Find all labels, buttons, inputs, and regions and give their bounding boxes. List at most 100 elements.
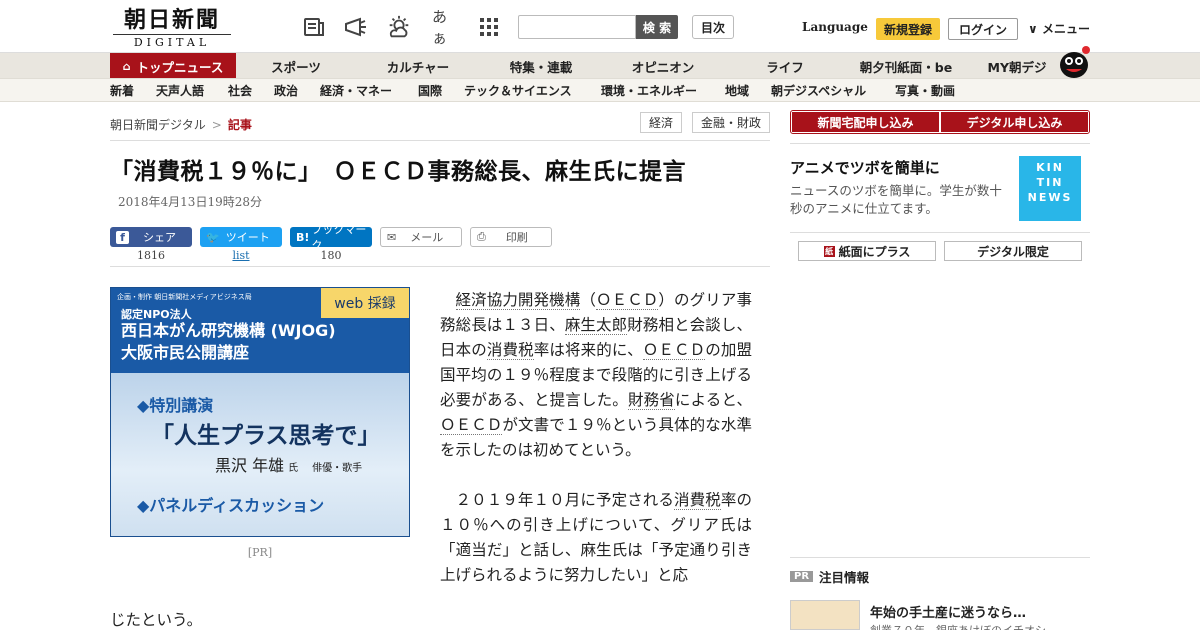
facebook-count: 1816 [137,249,165,262]
subnav-economy[interactable]: 経済・マネー [320,79,392,102]
news-title[interactable]: 年始の手土産に迷うなら… [870,602,1026,621]
text: によると、 [674,391,752,409]
login-button[interactable]: ログイン [948,18,1018,40]
kintin-news-logo[interactable]: KIN TIN NEWS [1019,156,1081,221]
logo-line: TIN [1036,176,1064,189]
pr-label: [PR] [247,546,273,559]
keyword-link[interactable]: 財務省 [627,391,675,410]
keyword-link[interactable]: ＯＥＣＤ [595,291,659,310]
twitter-icon: 🐦 [206,230,220,244]
promo-title[interactable]: アニメでツボを簡単に [790,157,940,178]
ad-person-name: 黒沢 年雄 [215,456,285,475]
featured-header: PR 注目情報 [790,567,869,586]
keyword-link[interactable]: ＯＥＣＤ [642,341,706,360]
grid-menu-icon[interactable] [476,14,502,40]
nav-life[interactable]: ライフ [730,53,840,79]
signup-button[interactable]: 新規登録 [876,18,940,40]
ad-name-line: 西日本がん研究機構 (WJOG) [121,321,336,340]
megaphone-icon[interactable] [343,14,369,40]
logo-japanese: 朝日新聞 [123,7,220,33]
subnav-latest[interactable]: 新着 [110,79,134,102]
subnav-special[interactable]: 朝デジスペシャル [771,79,866,102]
menu-button[interactable]: ∨ メニュー [1028,20,1090,37]
sub-nav: 新着 天声人語 社会 政治 経済・マネー 国際 テック＆サイエンス 環境・エネル… [0,78,1200,102]
logo-line: KIN [1036,161,1064,174]
facebook-share-button[interactable]: f シェア [110,227,192,247]
breadcrumb-current: 記事 [227,118,252,132]
breadcrumb-home[interactable]: 朝日新聞デジタル [110,118,206,132]
mascot-icon[interactable] [1056,44,1092,78]
breadcrumb-separator: > [211,118,222,132]
keyword-link[interactable]: 麻生太郎 [564,316,628,335]
subnav-society[interactable]: 社会 [228,79,252,102]
site-header: 朝日新聞 DIGITAL あぁ 検 索 目次 Language 新規登録 ログイ… [0,0,1200,52]
twitter-share-button[interactable]: 🐦 ツイート [200,227,282,247]
ad-honorific: 氏 [288,463,299,474]
ad-theme: 「人生プラス思考で」 [151,423,381,449]
text: ２０１９年１０月に予定される [455,491,675,509]
menu-label: メニュー [1041,22,1090,36]
keyword-link[interactable]: ＯＥＣＤ [440,416,503,435]
subscribe-paper-button[interactable]: 新聞宅配申し込み [792,112,939,132]
subnav-tech-science[interactable]: テック＆サイエンス [464,79,572,102]
tag-economy[interactable]: 経済 [640,112,682,133]
subnav-international[interactable]: 国際 [418,79,442,102]
nav-top-news[interactable]: ⌂ トップニュース [110,53,236,79]
article-date: 2018年4月13日19時28分 [118,195,262,209]
button-label: 紙面にプラス [838,244,911,259]
logo-english: DIGITAL [113,34,231,49]
nav-print-edition[interactable]: 朝夕刊紙面・be [848,53,964,79]
print-button[interactable]: ⎙ 印刷 [470,227,552,247]
divider [790,557,1090,558]
ad-panel: ◆パネルディスカッション [137,496,325,515]
plus-paper-button[interactable]: 紙 紙面にプラス [798,241,936,261]
subnav-photo-video[interactable]: 写真・動画 [895,79,955,102]
subscribe-digital-button[interactable]: デジタル申し込み [941,112,1088,132]
search-input[interactable] [518,15,636,39]
nav-label: トップニュース [136,59,224,75]
weather-icon[interactable] [386,14,412,40]
mail-icon: ✉ [387,230,397,244]
divider [790,143,1090,144]
ad-person: 黒沢 年雄氏 俳優・歌手 [215,452,362,476]
keyword-link[interactable]: 消費税 [674,491,721,510]
twitter-list-link[interactable]: list [200,249,282,262]
subnav-tensei-jingo[interactable]: 天声人語 [156,79,204,102]
subnav-politics[interactable]: 政治 [274,79,298,102]
ad-banner[interactable]: 企画・制作 朝日新聞社メディアビジネス局 web 採録 認定NPO法人 西日本が… [110,287,410,537]
keyword-link[interactable]: 経済協力開発機構 [455,291,581,310]
news-subtitle: 創業７０年、銀座あけぼのイチオシ [870,622,1046,630]
divider [790,232,1090,233]
tag-finance[interactable]: 金融・財政 [692,112,770,133]
nav-my-asahi[interactable]: MY朝デジ [974,53,1060,79]
featured-label: 注目情報 [819,570,870,585]
subnav-region[interactable]: 地域 [725,79,749,102]
nav-sports[interactable]: スポーツ [246,53,346,79]
language-link[interactable]: Language [802,20,868,34]
text: 率は将来的に、 [533,341,643,359]
share-label: メール [410,231,444,244]
toc-button[interactable]: 目次 [692,15,734,39]
hatena-count: 180 [320,249,342,262]
subnav-environment[interactable]: 環境・エネルギー [601,79,697,102]
font-size-icon[interactable]: あぁ [432,8,458,47]
newspaper-icon[interactable] [301,14,327,40]
digital-only-button[interactable]: デジタル限定 [944,241,1082,261]
logo-line: NEWS [1027,191,1073,204]
nav-opinion[interactable]: オピニオン [608,53,718,79]
mail-share-button[interactable]: ✉ メール [380,227,462,247]
nav-culture[interactable]: カルチャー [362,53,474,79]
nav-features[interactable]: 特集・連載 [486,53,596,79]
news-thumbnail[interactable] [790,600,860,630]
article-title: 「消費税１９％に」 ＯＥＣＤ事務総長、麻生氏に提言 [110,159,686,185]
hatena-bookmark-button[interactable]: B! ブックマーク [290,223,372,252]
search-button[interactable]: 検 索 [636,15,678,39]
keyword-link[interactable]: 消費税 [486,341,534,360]
divider [110,140,770,141]
site-logo[interactable]: 朝日新聞 DIGITAL [113,7,231,49]
ad-special: ◆特別講演 [137,396,214,415]
share-label: シェア [143,231,176,244]
printer-icon: ⎙ [477,230,486,243]
ad-name-line: 大阪市民公開講座 [121,343,250,362]
ad-role: 俳優・歌手 [312,463,363,474]
